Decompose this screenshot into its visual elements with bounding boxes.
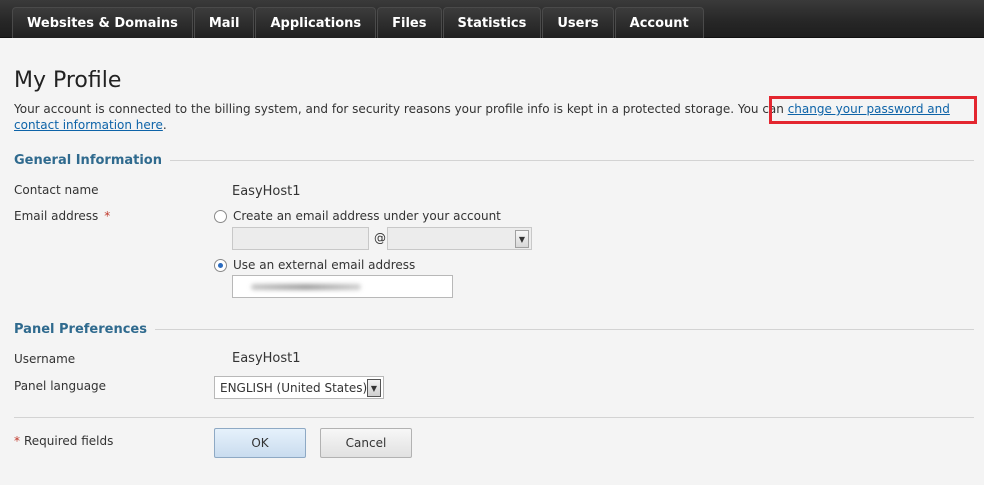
external-email-input[interactable] xyxy=(232,275,453,298)
email-address-label: Email address * xyxy=(14,209,110,223)
tab-users[interactable]: Users xyxy=(542,7,614,38)
form-divider xyxy=(14,417,974,418)
tab-files[interactable]: Files xyxy=(377,7,442,38)
username-label: Username xyxy=(14,352,76,366)
section-preferences-title: Panel Preferences xyxy=(14,322,147,337)
tab-statistics[interactable]: Statistics xyxy=(442,7,542,38)
page-title: My Profile xyxy=(14,68,122,93)
intro-text: Your account is connected to the billing… xyxy=(14,101,974,133)
chevron-down-icon: ▼ xyxy=(515,230,529,248)
panel-language-select[interactable]: ENGLISH (United States) ▼ xyxy=(214,376,384,399)
radio-create-email-label: Create an email address under your accou… xyxy=(233,209,501,223)
radio-create-email[interactable]: Create an email address under your accou… xyxy=(214,209,501,223)
intro-text-body: Your account is connected to the billing… xyxy=(14,102,788,116)
required-asterisk: * xyxy=(104,209,111,223)
email-local-part-input[interactable] xyxy=(232,227,369,250)
top-navigation-bar: Websites & Domains Mail Applications Fil… xyxy=(0,0,984,38)
email-domain-select[interactable]: ▼ xyxy=(387,227,532,250)
email-address-label-text: Email address xyxy=(14,209,99,223)
section-general-information: General Information xyxy=(14,153,974,168)
ok-button[interactable]: OK xyxy=(214,428,306,458)
intro-text-end: . xyxy=(162,118,167,132)
required-asterisk: * xyxy=(14,434,20,448)
username-value: EasyHost1 xyxy=(232,351,301,366)
panel-language-value: ENGLISH (United States) xyxy=(220,380,368,395)
chevron-down-icon: ▼ xyxy=(367,379,381,397)
radio-external-email-label: Use an external email address xyxy=(233,258,416,272)
section-general-title: General Information xyxy=(14,153,162,168)
contact-name-value: EasyHost1 xyxy=(232,184,301,199)
tab-websites-domains[interactable]: Websites & Domains xyxy=(12,7,193,38)
radio-create-email-button[interactable] xyxy=(214,209,227,223)
tab-applications[interactable]: Applications xyxy=(255,7,377,38)
radio-external-email-button[interactable] xyxy=(214,258,227,272)
cancel-button[interactable]: Cancel xyxy=(320,428,412,458)
required-fields-text: Required fields xyxy=(24,434,114,448)
section-panel-preferences: Panel Preferences xyxy=(14,322,974,337)
section-divider xyxy=(154,329,974,330)
radio-external-email[interactable]: Use an external email address xyxy=(214,258,415,272)
tab-account[interactable]: Account xyxy=(614,7,704,38)
blurred-email-value xyxy=(251,284,361,290)
panel-language-label: Panel language xyxy=(14,379,107,393)
nav-tabs: Websites & Domains Mail Applications Fil… xyxy=(12,7,705,38)
contact-name-label: Contact name xyxy=(14,183,99,197)
tab-mail[interactable]: Mail xyxy=(193,7,255,38)
required-fields-note: * Required fields xyxy=(14,434,113,448)
at-sign: @ xyxy=(374,231,386,245)
section-divider xyxy=(170,160,974,161)
